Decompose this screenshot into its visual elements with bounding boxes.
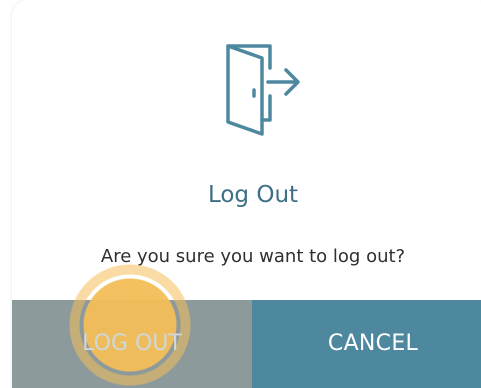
- dialog-buttons: CANCEL: [12, 300, 481, 388]
- page: Log Out Are you sure you want to log out…: [0, 0, 481, 388]
- cancel-button[interactable]: CANCEL: [252, 300, 481, 388]
- dialog-message: Are you sure you want to log out?: [100, 246, 406, 267]
- logout-button[interactable]: [12, 300, 252, 388]
- logout-dialog: Log Out Are you sure you want to log out…: [12, 0, 481, 388]
- logout-door-icon: [226, 44, 300, 136]
- dialog-title: Log Out: [207, 182, 299, 208]
